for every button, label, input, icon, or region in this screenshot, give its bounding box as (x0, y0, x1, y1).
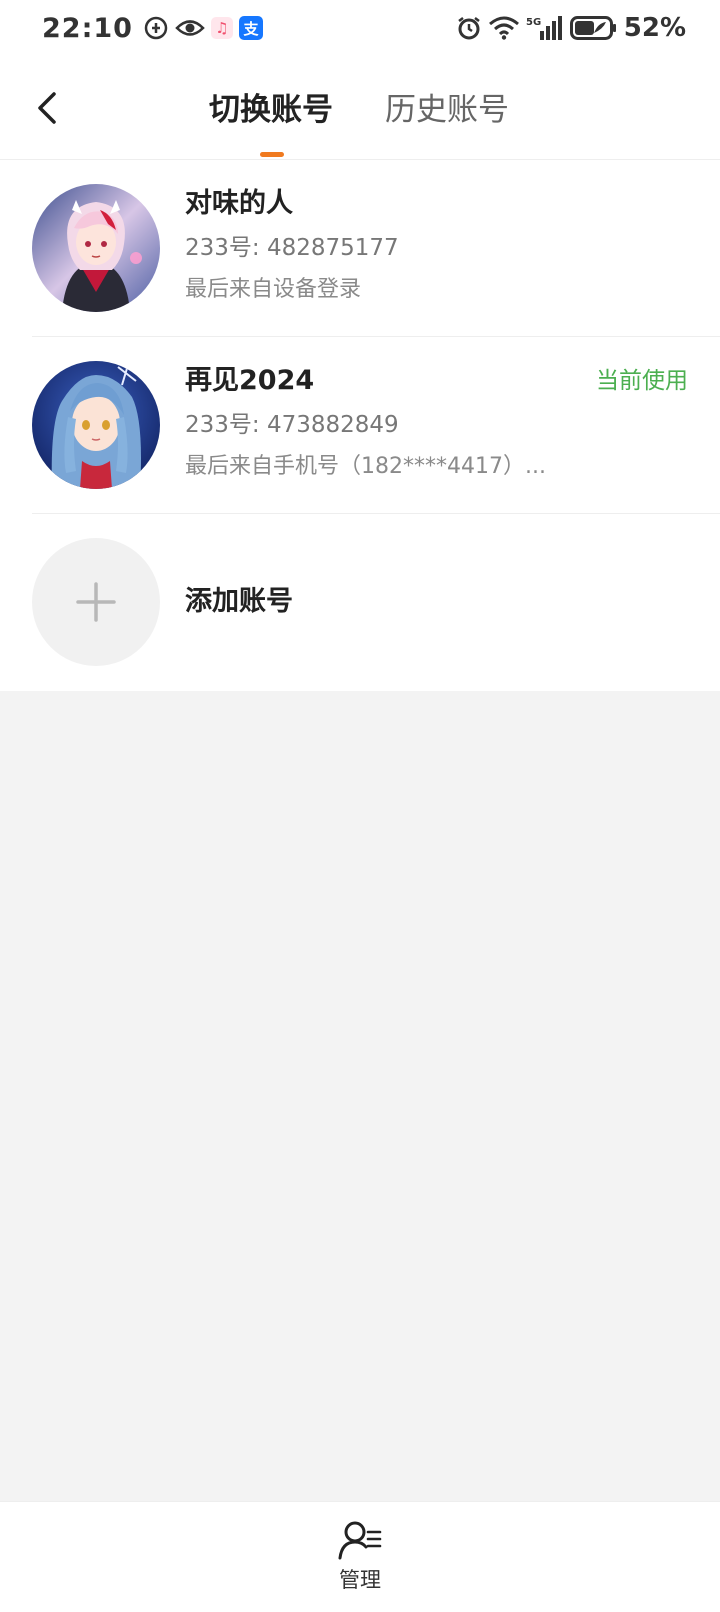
battery-percent: 52% (623, 13, 686, 43)
account-switch-screen: 22:10 ♫ 支 5G 52% 切换账号 历史账号 对味的人 233号: 48… (0, 0, 720, 1612)
tab-switch-account[interactable]: 切换账号 (209, 90, 333, 130)
manage-button[interactable]: 管理 (320, 1520, 400, 1600)
add-account-button[interactable]: 添加账号 (0, 514, 720, 690)
manage-label: 管理 (339, 1568, 381, 1592)
account-id: 233号: 473882849 (185, 412, 399, 438)
music-app-icon: ♫ (210, 17, 233, 39)
avatar (32, 361, 160, 489)
alipay-icon: 支 (238, 16, 263, 40)
account-item[interactable]: 对味的人 233号: 482875177 最后来自设备登录 (0, 160, 720, 336)
add-account-label: 添加账号 (185, 586, 293, 617)
current-account-badge: 当前使用 (596, 368, 688, 394)
account-last-login: 最后来自手机号（182****4417）... (185, 454, 546, 479)
svg-text:5G: 5G (526, 17, 541, 28)
status-time: 22:10 (42, 12, 133, 44)
add-account-circle (32, 538, 160, 666)
account-name: 对味的人 (185, 188, 293, 219)
alarm-icon (456, 15, 482, 41)
wifi-icon (488, 16, 520, 40)
eye-icon (175, 17, 205, 39)
back-arrow-icon (38, 92, 56, 124)
account-list: 对味的人 233号: 482875177 最后来自设备登录 再见2024 233… (0, 160, 720, 691)
plus-icon (76, 582, 116, 622)
account-name: 再见2024 (185, 365, 315, 396)
tab-history-accounts[interactable]: 历史账号 (385, 90, 509, 130)
status-bar: 22:10 ♫ 支 5G 52% (0, 0, 720, 56)
back-button[interactable] (28, 88, 68, 128)
header: 切换账号 历史账号 (0, 56, 720, 160)
bottom-bar: 管理 (0, 1501, 720, 1612)
active-tab-indicator (260, 152, 284, 157)
avatar (32, 184, 160, 312)
account-id: 233号: 482875177 (185, 235, 399, 261)
signal-5g-icon: 5G (526, 15, 564, 41)
account-last-login: 最后来自设备登录 (185, 277, 362, 302)
account-item-current[interactable]: 再见2024 233号: 473882849 最后来自手机号（182****44… (0, 337, 720, 513)
anime-avatar-blue-hair-icon (32, 361, 160, 489)
data-saver-icon (143, 15, 169, 41)
anime-avatar-pink-hair-icon (32, 184, 160, 312)
battery-icon (569, 15, 618, 41)
status-right-icons: 5G 52% (456, 13, 686, 43)
user-manage-icon (338, 1521, 382, 1560)
status-left-icons: ♫ 支 (143, 15, 263, 41)
